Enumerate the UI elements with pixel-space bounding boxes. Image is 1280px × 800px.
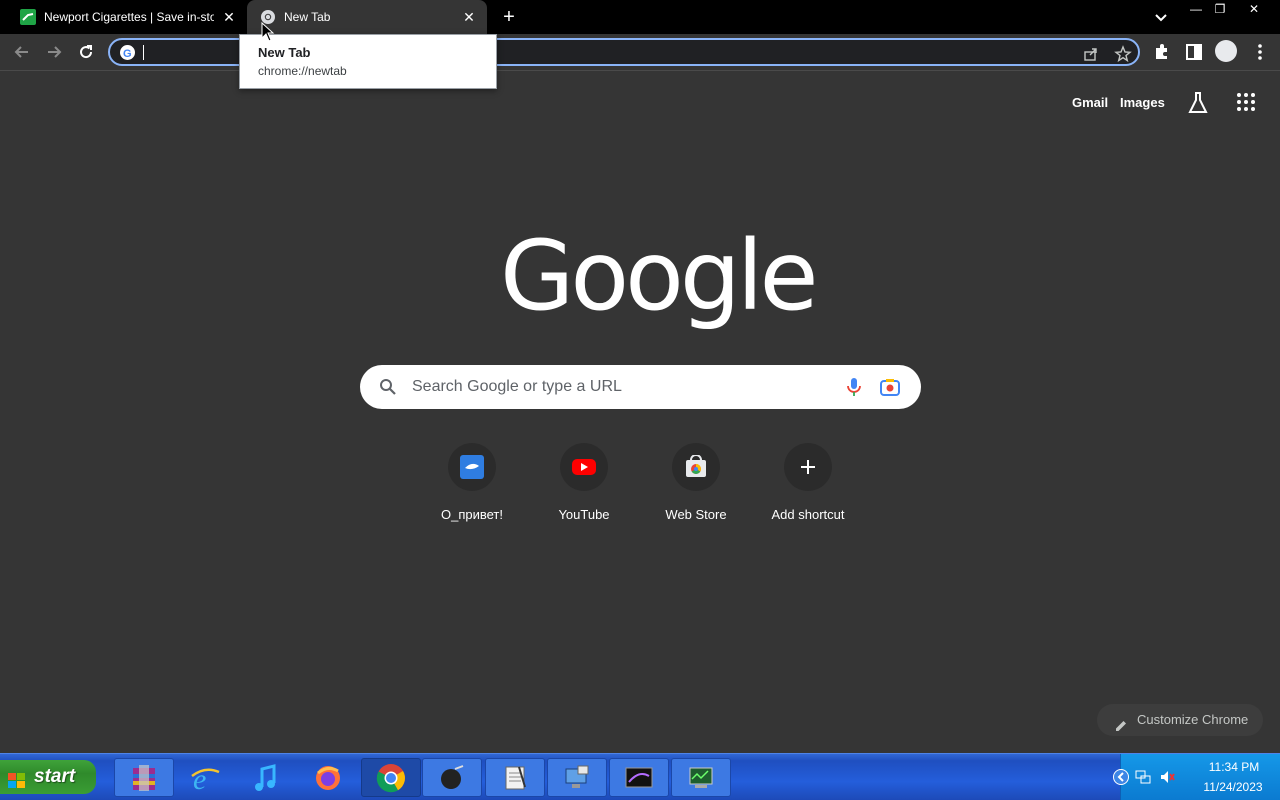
system-monitor-taskbar-button[interactable] <box>671 758 731 797</box>
clock-date[interactable]: 11/24/2023 <box>1193 780 1273 794</box>
google-logo: Google <box>500 220 819 332</box>
shortcut-icon-circle <box>672 443 720 491</box>
shortcut-icon-circle <box>560 443 608 491</box>
chrome-taskbar-button[interactable] <box>361 758 421 797</box>
shortcut-icon-circle <box>784 443 832 491</box>
shortcut-icon-circle <box>448 443 496 491</box>
internet-explorer-icon: e <box>191 763 220 794</box>
shortcut-label: Web Store <box>665 507 727 522</box>
shortcut-label: YouTube <box>558 507 610 522</box>
svg-text:e: e <box>193 763 206 794</box>
tab-search-chevron-icon[interactable] <box>1150 6 1172 28</box>
pencil-icon <box>1114 713 1128 731</box>
hover-card-title: New Tab <box>258 45 311 60</box>
tab-new-tab[interactable]: New Tab ✕ <box>247 0 487 34</box>
site-favicon-icon <box>460 455 484 479</box>
windows-flag-icon <box>7 768 27 788</box>
system-monitor-icon <box>689 767 713 788</box>
start-button[interactable]: start <box>0 760 96 794</box>
start-label: start <box>34 766 76 787</box>
show-hidden-icons-chevron-icon[interactable] <box>1113 769 1129 785</box>
new-tab-button[interactable]: + <box>498 6 520 28</box>
hover-card-url: chrome://newtab <box>258 64 347 78</box>
search-icon <box>378 377 398 397</box>
search-placeholder: Search Google or type a URL <box>412 378 622 395</box>
side-panel-icon[interactable] <box>1184 42 1204 62</box>
newport-favicon-icon <box>20 9 36 25</box>
shortcut-label: О_привет! <box>441 507 503 522</box>
text-caret <box>143 45 144 60</box>
profile-avatar[interactable] <box>1215 40 1237 62</box>
new-tab-page: Gmail Images Google Search Google or typ… <box>0 71 1280 753</box>
chrome-icon <box>376 763 405 792</box>
back-arrow-icon <box>14 46 28 58</box>
media-app-icon <box>441 764 464 789</box>
customize-chrome-button[interactable]: Customize Chrome <box>1097 704 1263 736</box>
google-apps-grid-icon[interactable] <box>1236 92 1256 112</box>
images-link[interactable]: Images <box>1120 95 1165 110</box>
google-lens-camera-icon[interactable] <box>879 377 901 397</box>
webstore-icon <box>686 455 706 477</box>
screensaver-taskbar-button[interactable] <box>609 758 669 797</box>
google-g-icon: G <box>120 45 135 60</box>
shortcut-label: Add shortcut <box>771 507 845 522</box>
network-icon[interactable] <box>1135 769 1151 785</box>
reload-button[interactable] <box>74 40 98 64</box>
close-tab-icon[interactable]: ✕ <box>461 9 477 25</box>
customize-chrome-label: Customize Chrome <box>1137 712 1249 727</box>
youtube-icon <box>572 459 596 475</box>
voice-search-mic-icon[interactable] <box>844 376 864 398</box>
screen: Newport Cigarettes | Save in-store w ✕ N… <box>0 0 1280 800</box>
shortcut-youtube[interactable]: YouTube <box>528 443 640 533</box>
add-shortcut-button[interactable]: Add shortcut <box>752 443 864 533</box>
close-window-button[interactable]: ✕ <box>1240 0 1268 18</box>
itunes-taskbar-button[interactable] <box>236 758 296 797</box>
toolbar: G <box>0 34 1280 71</box>
internet-explorer-taskbar-button[interactable]: e <box>175 758 235 797</box>
notepad-taskbar-button[interactable] <box>485 758 545 797</box>
forward-arrow-icon <box>48 46 62 58</box>
gmail-link[interactable]: Gmail <box>1072 95 1108 110</box>
search-box[interactable]: Search Google or type a URL <box>360 365 921 409</box>
notepad-icon <box>505 766 526 789</box>
firefox-taskbar-button[interactable] <box>298 758 358 797</box>
winrar-icon <box>133 764 155 791</box>
labs-flask-icon[interactable] <box>1187 91 1209 115</box>
firefox-icon <box>316 765 340 790</box>
close-tab-icon[interactable]: ✕ <box>221 9 237 25</box>
display-settings-taskbar-button[interactable] <box>547 758 607 797</box>
share-icon[interactable] <box>1082 45 1100 63</box>
tab-title: Newport Cigarettes | Save in-store w <box>44 10 214 24</box>
taskbar: start e 11:34 PM 11/24/2023 <box>0 753 1280 800</box>
bookmark-star-icon[interactable] <box>1114 45 1132 63</box>
tab-newport[interactable]: Newport Cigarettes | Save in-store w ✕ <box>0 0 247 34</box>
volume-muted-icon[interactable] <box>1159 769 1175 785</box>
screensaver-icon <box>625 767 653 787</box>
reload-icon <box>80 45 93 59</box>
forward-button[interactable] <box>42 40 66 64</box>
display-settings-icon <box>565 765 589 788</box>
media-app-taskbar-button[interactable] <box>422 758 482 797</box>
shortcut-web-store[interactable]: Web Store <box>640 443 752 533</box>
menu-dots-icon[interactable] <box>1250 42 1270 62</box>
tab-strip: Newport Cigarettes | Save in-store w ✕ N… <box>0 0 1280 34</box>
extensions-puzzle-icon[interactable] <box>1152 42 1172 62</box>
tab-title: New Tab <box>284 10 331 24</box>
clock-time[interactable]: 11:34 PM <box>1199 760 1269 774</box>
music-note-icon <box>255 763 276 791</box>
shortcut-privet[interactable]: О_привет! <box>416 443 528 533</box>
back-button[interactable] <box>10 40 34 64</box>
system-tray: 11:34 PM 11/24/2023 <box>1113 754 1280 800</box>
plus-icon <box>801 460 815 474</box>
tab-hover-card: New Tab chrome://newtab <box>239 34 497 89</box>
winrar-taskbar-button[interactable] <box>114 758 174 797</box>
mouse-cursor <box>261 21 275 42</box>
restore-button[interactable]: ❐ <box>1206 0 1234 18</box>
svg-text:G: G <box>123 48 132 60</box>
